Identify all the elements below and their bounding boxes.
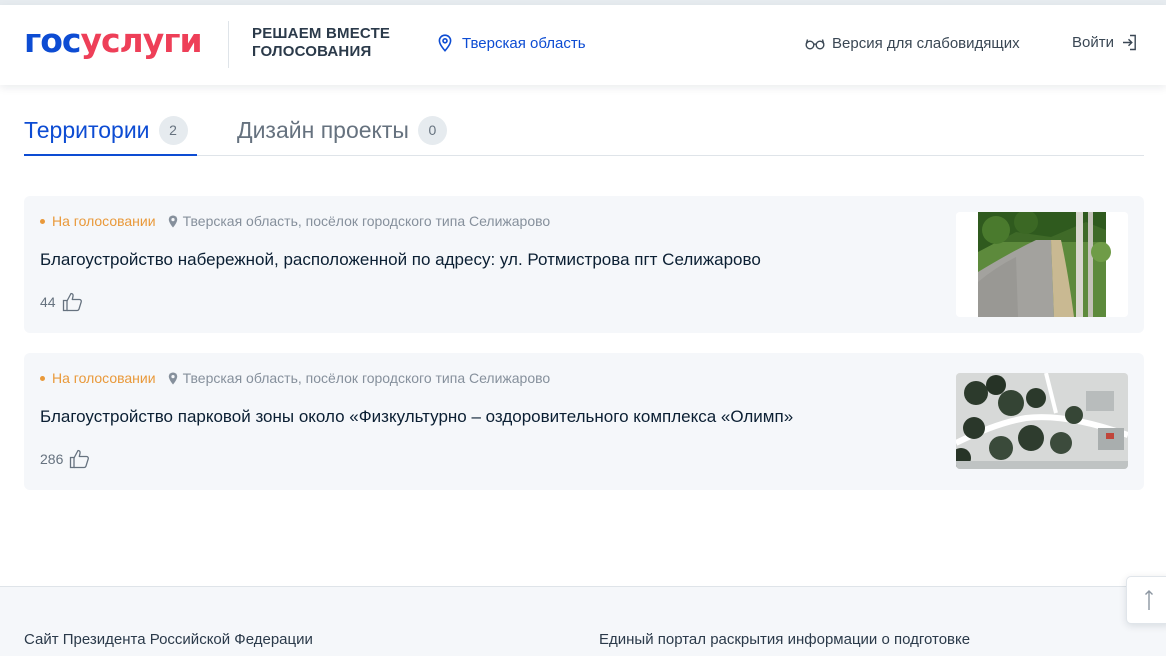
project-title-line2: ГОЛОСОВАНИЯ [252, 43, 372, 60]
project-title-line1: РЕШАЕМ ВМЕСТЕ [252, 25, 391, 42]
status-dot [40, 218, 45, 224]
like-button[interactable] [69, 449, 90, 469]
arrow-up-icon [1145, 590, 1153, 610]
login-arrow-icon [1122, 34, 1136, 51]
likes-counter: 44 [40, 292, 83, 312]
status-label: На голосовании [52, 370, 156, 386]
region-selector[interactable]: Тверская область [437, 34, 586, 52]
park-aerial-photo[interactable] [956, 373, 1128, 469]
card-location: Тверская область, посёлок городского тип… [168, 213, 551, 229]
tab-design-projects-count: 0 [417, 115, 447, 145]
tab-design-projects-label: Дизайн проекты [237, 116, 409, 143]
tab-territories-count: 2 [158, 115, 188, 145]
header-divider [228, 21, 229, 68]
status-badge: На голосовании [40, 213, 156, 229]
footer-link-president-site[interactable]: Сайт Президента Российской Федерации [24, 631, 313, 648]
accessibility-version-link[interactable]: Версия для слабовидящих [805, 35, 1020, 52]
active-tab-indicator [24, 154, 197, 156]
likes-counter: 286 [40, 449, 90, 469]
footer-link-disclosure-portal[interactable]: Единый портал раскрытия информации о под… [599, 631, 970, 648]
like-button[interactable] [62, 292, 83, 312]
project-card-2[interactable]: На голосовании Тверская область, посёлок… [24, 353, 1144, 490]
likes-count: 286 [40, 451, 64, 467]
card-location: Тверская область, посёлок городского тип… [168, 370, 551, 386]
thumbs-up-icon [62, 292, 82, 312]
location-label: Тверская область, посёлок городского тип… [182, 213, 551, 229]
scroll-to-top-button[interactable] [1126, 576, 1166, 624]
card-meta: На голосовании Тверская область, посёлок… [40, 213, 550, 229]
status-label: На голосовании [52, 213, 156, 229]
login-label: Войти [1072, 34, 1114, 51]
project-card-1[interactable]: На голосовании Тверская область, посёлок… [24, 196, 1144, 333]
card-title[interactable]: Благоустройство набережной, расположенно… [40, 250, 761, 270]
project-title[interactable]: РЕШАЕМ ВМЕСТЕ ГОЛОСОВАНИЯ [252, 25, 390, 61]
embankment-photo-image [956, 212, 1128, 317]
logo-part-gos: гос [24, 21, 81, 60]
embankment-photo[interactable] [956, 212, 1128, 317]
tabs-bar: Территории 2 Дизайн проекты 0 [24, 110, 1144, 156]
location-pin-icon [168, 372, 177, 384]
card-title[interactable]: Благоустройство парковой зоны около «Физ… [40, 407, 793, 427]
site-header: госуслуги РЕШАЕМ ВМЕСТЕ ГОЛОСОВАНИЯ Твер… [0, 5, 1166, 85]
glasses-icon [805, 38, 825, 49]
location-pin-icon [168, 215, 177, 227]
card-meta: На голосовании Тверская область, посёлок… [40, 370, 550, 386]
site-footer: Сайт Президента Российской Федерации Еди… [0, 586, 1166, 656]
tab-territories[interactable]: Территории 2 [24, 115, 188, 145]
likes-count: 44 [40, 294, 56, 310]
status-dot [40, 375, 45, 381]
logo-part-uslugi: услуги [80, 21, 202, 60]
map-pin-icon [438, 34, 452, 52]
location-label: Тверская область, посёлок городского тип… [182, 370, 551, 386]
login-button[interactable]: Войти [1072, 34, 1137, 51]
tab-territories-label: Территории [24, 116, 150, 143]
region-label: Тверская область [462, 34, 586, 52]
tab-design-projects[interactable]: Дизайн проекты 0 [237, 115, 447, 145]
park-aerial-photo-image [956, 373, 1128, 469]
accessibility-label: Версия для слабовидящих [832, 35, 1020, 52]
thumbs-up-icon [70, 449, 90, 469]
gosuslugi-logo[interactable]: госуслуги [24, 19, 203, 63]
status-badge: На голосовании [40, 370, 156, 386]
